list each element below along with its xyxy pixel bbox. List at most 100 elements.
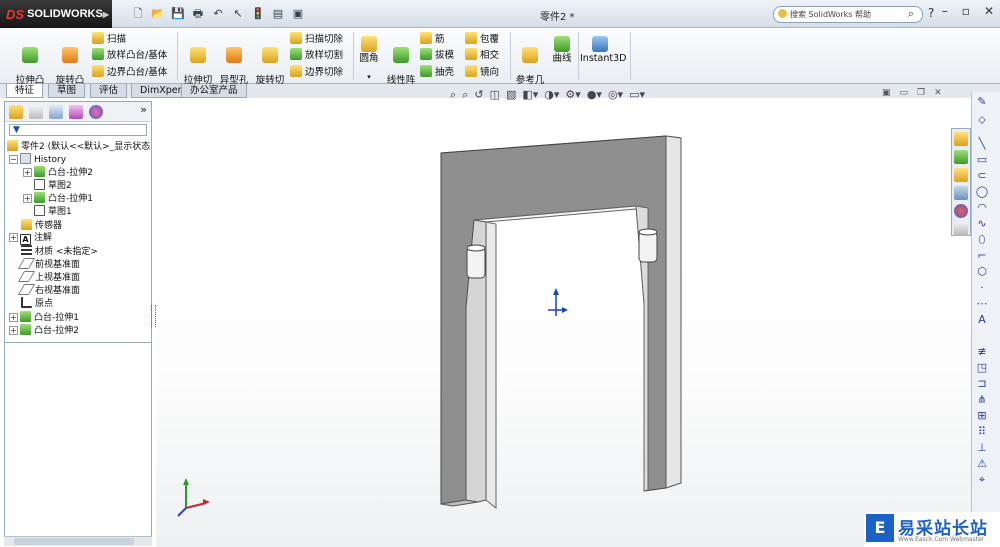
viewport-restore-icon[interactable]: ❐ bbox=[917, 88, 925, 98]
tree-root[interactable]: 零件2 (默认<<默认>_显示状态 bbox=[7, 140, 150, 153]
apply-scene-icon[interactable]: ◎▾ bbox=[608, 88, 623, 102]
fillet-sketch-icon[interactable]: ⌐ bbox=[975, 250, 989, 262]
shell-button[interactable]: 抽壳 bbox=[420, 65, 454, 78]
repair-sketch-icon[interactable]: ⚠ bbox=[975, 458, 989, 470]
tree-item-history-extrude2[interactable]: + 凸台-拉伸2 bbox=[23, 166, 93, 179]
sketch-icon[interactable]: ✎ bbox=[975, 96, 989, 108]
file-properties-icon[interactable]: ▤ bbox=[270, 6, 286, 22]
tree-item-history-extrude1[interactable]: + 凸台-拉伸1 bbox=[23, 192, 93, 205]
tree-item-history-sketch1[interactable]: 草图1 bbox=[34, 205, 72, 218]
tab-sketch[interactable]: 草图 bbox=[48, 84, 86, 98]
expand-icon[interactable]: + bbox=[23, 194, 32, 203]
help-search-field[interactable]: 搜索 SolidWorks 帮助 ⌕ bbox=[773, 6, 923, 23]
save-icon[interactable]: 💾 bbox=[170, 6, 186, 22]
dimxpert-manager-tab-icon[interactable] bbox=[69, 105, 83, 119]
loft-boss-button[interactable]: 放样凸台/基体 bbox=[92, 48, 167, 61]
graphics-area[interactable] bbox=[156, 98, 971, 547]
design-library-icon[interactable] bbox=[954, 150, 968, 164]
wrap-button[interactable]: 包覆 bbox=[465, 32, 499, 45]
home-icon[interactable] bbox=[954, 132, 968, 146]
help-icon[interactable]: ? bbox=[928, 6, 934, 20]
rib-button[interactable]: 筋 bbox=[420, 32, 445, 45]
tab-office-products[interactable]: 办公室产品 bbox=[181, 84, 247, 98]
tree-item-history[interactable]: − History bbox=[9, 153, 66, 166]
appearance-icon[interactable]: ●▾ bbox=[587, 88, 602, 102]
boundary-cut-button[interactable]: 边界切除 bbox=[290, 65, 343, 78]
draft-button[interactable]: 拔模 bbox=[420, 48, 454, 61]
dynamic-annotation-icon[interactable]: ▧ bbox=[506, 88, 516, 102]
tab-features[interactable]: 特征 bbox=[6, 84, 44, 98]
pattern-icon[interactable]: ⠿ bbox=[975, 426, 989, 438]
tree-item-material[interactable]: 材质 <未指定> bbox=[21, 245, 98, 258]
tree-item-sensors[interactable]: 传感器 bbox=[21, 219, 62, 232]
file-explorer-icon[interactable] bbox=[954, 168, 968, 182]
mirror-button[interactable]: 镜向 bbox=[465, 65, 499, 78]
undo-icon[interactable]: ↶ bbox=[210, 6, 226, 22]
view-orientation-icon[interactable]: ◧▾ bbox=[522, 88, 538, 102]
trim-icon[interactable]: ≢ bbox=[975, 346, 989, 358]
circle-icon[interactable]: ◯ bbox=[975, 186, 989, 198]
loft-cut-button[interactable]: 放样切割 bbox=[290, 48, 343, 61]
new-document-icon[interactable]: 🗋 bbox=[130, 6, 146, 22]
tree-item-feature-extrude2[interactable]: + 凸台-拉伸2 bbox=[9, 324, 79, 337]
expand-icon[interactable]: + bbox=[9, 233, 18, 242]
viewport-close-icon[interactable]: ✕ bbox=[934, 88, 942, 98]
intersect-button[interactable]: 相交 bbox=[465, 48, 499, 61]
convert-entities-icon[interactable]: ◳ bbox=[975, 362, 989, 374]
text-icon[interactable]: A bbox=[975, 314, 989, 326]
zoom-to-fit-icon[interactable]: ⌕ bbox=[450, 88, 456, 102]
property-manager-tab-icon[interactable] bbox=[29, 105, 43, 119]
tree-item-history-sketch2[interactable]: 草图2 bbox=[34, 179, 72, 192]
feature-manager-tab-icon[interactable] bbox=[9, 105, 23, 119]
spline-icon[interactable]: ∿ bbox=[975, 218, 989, 230]
solidworks-logo[interactable]: DS SOLIDWORKS ▶ bbox=[0, 0, 112, 28]
fillet-button[interactable]: 圆角 ▾ bbox=[356, 36, 382, 83]
custom-properties-icon[interactable] bbox=[954, 222, 968, 236]
tree-item-right-plane[interactable]: 右视基准面 bbox=[17, 284, 80, 297]
line-icon[interactable]: ╲ bbox=[975, 138, 989, 150]
hide-show-items-icon[interactable]: ⚙▾ bbox=[565, 88, 580, 102]
move-entities-icon[interactable]: ⊞ bbox=[975, 410, 989, 422]
rectangle-icon[interactable]: ▭ bbox=[975, 154, 989, 166]
relations-icon[interactable]: ⊥ bbox=[975, 442, 989, 454]
centerline-icon[interactable]: ⋯ bbox=[975, 298, 989, 310]
slot-icon[interactable]: ⊂ bbox=[975, 170, 989, 182]
section-view-icon[interactable]: ◫ bbox=[490, 88, 500, 102]
mirror-sketch-icon[interactable]: ⋔ bbox=[975, 394, 989, 406]
tree-item-top-plane[interactable]: 上视基准面 bbox=[17, 271, 80, 284]
boundary-boss-button[interactable]: 边界凸台/基体 bbox=[92, 65, 167, 78]
tree-item-annotations[interactable]: + A 注解 bbox=[9, 232, 52, 245]
panel-horizontal-scrollbar[interactable] bbox=[4, 536, 152, 546]
open-folder-icon[interactable]: 📂 bbox=[150, 6, 166, 22]
tree-item-origin[interactable]: 原点 bbox=[21, 297, 53, 310]
fillet-dropdown-icon[interactable]: ▾ bbox=[356, 72, 382, 83]
display-style-icon[interactable]: ◑▾ bbox=[544, 88, 559, 102]
point-icon[interactable]: · bbox=[975, 282, 989, 294]
configuration-manager-tab-icon[interactable] bbox=[49, 105, 63, 119]
quick-snaps-icon[interactable]: ⌖ bbox=[975, 474, 989, 486]
smart-dimension-icon[interactable]: ⬦ bbox=[975, 114, 989, 126]
viewport-minimize-icon[interactable]: ▭ bbox=[900, 88, 909, 98]
options-icon[interactable]: ▣ bbox=[290, 6, 306, 22]
print-icon[interactable]: 🖶 bbox=[190, 6, 206, 22]
view-settings-icon[interactable]: ▭▾ bbox=[629, 88, 645, 102]
curves-button[interactable]: 曲线 bbox=[549, 36, 575, 64]
tab-evaluate[interactable]: 评估 bbox=[90, 84, 128, 98]
ellipse-icon[interactable]: ⬯ bbox=[975, 234, 989, 246]
viewport-tile-icon[interactable]: ▣ bbox=[882, 88, 891, 98]
select-pointer-icon[interactable]: ↖ bbox=[230, 6, 246, 22]
view-palette-icon[interactable] bbox=[954, 186, 968, 200]
instant3d-button[interactable]: Instant3D bbox=[580, 36, 626, 64]
sweep-button[interactable]: 扫描 bbox=[92, 32, 126, 45]
sweep-cut-button[interactable]: 扫描切除 bbox=[290, 32, 343, 45]
tree-item-front-plane[interactable]: 前视基准面 bbox=[17, 258, 80, 271]
close-icon[interactable]: ✕ bbox=[984, 4, 994, 18]
expand-panel-icon[interactable]: » bbox=[140, 103, 147, 116]
display-manager-tab-icon[interactable] bbox=[89, 105, 103, 119]
search-icon[interactable]: ⌕ bbox=[908, 7, 914, 21]
expand-icon[interactable]: + bbox=[9, 326, 18, 335]
scrollbar-thumb[interactable] bbox=[14, 538, 134, 545]
expand-icon[interactable]: + bbox=[23, 168, 32, 177]
restore-icon[interactable]: ▫ bbox=[962, 4, 970, 18]
rebuild-icon[interactable]: 🚦 bbox=[250, 6, 266, 22]
